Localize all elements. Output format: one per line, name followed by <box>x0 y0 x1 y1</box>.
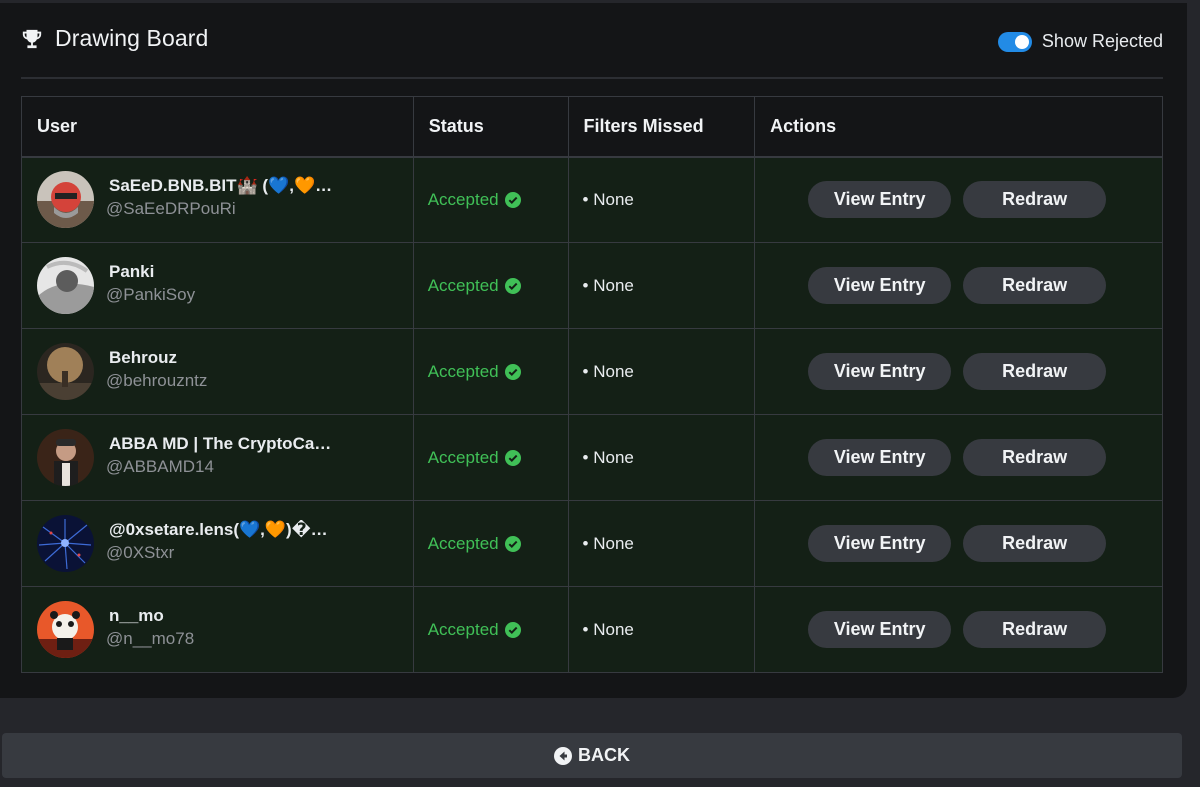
column-header-actions: Actions <box>754 96 1163 158</box>
check-circle-icon <box>504 535 521 552</box>
user-name: SaEeD.BNB.BIT🏰 (💙,🧡… <box>109 176 333 196</box>
column-header-user: User <box>21 96 414 158</box>
check-circle-icon <box>504 449 521 466</box>
status-text: Accepted <box>427 361 499 381</box>
panel-header: Drawing Board Show Rejected <box>21 3 1163 79</box>
status-cell: Accepted <box>412 328 569 415</box>
filters-missed-cell: • None <box>567 500 756 587</box>
avatar[interactable] <box>37 171 94 229</box>
redraw-button[interactable]: Redraw <box>963 353 1107 390</box>
filters-missed-cell: • None <box>567 586 756 673</box>
view-entry-button[interactable]: View Entry <box>808 439 952 476</box>
filters-missed-cell: • None <box>567 242 756 329</box>
avatar[interactable] <box>37 343 94 400</box>
actions-cell: View Entry Redraw <box>754 156 1163 243</box>
user-handle: @n__mo78 <box>106 629 195 648</box>
table-row: n__mo @n__mo78 Accepted • None View Entr… <box>21 586 1163 673</box>
toggle-knob <box>1014 34 1029 49</box>
user-handle: @ABBAMD14 <box>106 457 214 476</box>
user-handle: @SaEeDRPouRi <box>106 199 236 219</box>
view-entry-button[interactable]: View Entry <box>808 525 952 562</box>
status-cell: Accepted <box>412 500 569 587</box>
user-name: Behrouz <box>109 348 177 367</box>
user-cell: n__mo @n__mo78 <box>21 586 414 673</box>
check-circle-icon <box>504 363 521 380</box>
drawing-board-panel: Drawing Board Show Rejected User Status … <box>0 3 1187 698</box>
status-text: Accepted <box>427 189 499 209</box>
table-header-row: User Status Filters Missed Actions <box>21 96 1163 158</box>
page-title: Drawing Board <box>55 25 209 51</box>
avatar[interactable] <box>37 257 94 314</box>
status-cell: Accepted <box>412 156 569 243</box>
check-circle-icon <box>504 277 521 294</box>
column-header-filters-missed: Filters Missed <box>567 96 756 158</box>
user-name: Panki <box>109 262 155 281</box>
show-rejected-toggle[interactable] <box>997 31 1032 52</box>
status-cell: Accepted <box>412 414 569 501</box>
status-text: Accepted <box>427 619 499 639</box>
back-button[interactable]: BACK <box>2 733 1182 778</box>
status-text: Accepted <box>427 447 499 467</box>
view-entry-button[interactable]: View Entry <box>808 353 952 390</box>
user-handle: @behrouzntz <box>106 371 208 390</box>
filters-missed-cell: • None <box>567 156 756 243</box>
back-label: BACK <box>578 745 630 765</box>
redraw-button[interactable]: Redraw <box>963 525 1107 562</box>
user-cell: Panki @PankiSoy <box>21 242 414 329</box>
table-row: SaEeD.BNB.BIT🏰 (💙,🧡… @SaEeDRPouRi Accept… <box>21 156 1163 243</box>
user-cell: ABBA MD | The CryptoCa… @ABBAMD14 <box>21 414 414 501</box>
trophy-icon <box>22 29 42 48</box>
actions-cell: View Entry Redraw <box>754 500 1163 587</box>
status-cell: Accepted <box>412 586 569 673</box>
view-entry-button[interactable]: View Entry <box>808 267 952 304</box>
actions-cell: View Entry Redraw <box>754 586 1163 673</box>
actions-cell: View Entry Redraw <box>754 328 1163 415</box>
user-name: n__mo <box>109 606 164 625</box>
filters-missed-cell: • None <box>567 328 756 415</box>
redraw-button[interactable]: Redraw <box>963 267 1107 304</box>
table-row: @0xsetare.lens(💙,🧡)�… @0XStxr Accepted •… <box>21 500 1163 587</box>
check-circle-icon <box>504 191 521 208</box>
show-rejected-toggle-group[interactable]: Show Rejected <box>997 31 1163 52</box>
actions-cell: View Entry Redraw <box>754 414 1163 501</box>
title-group: Drawing Board <box>21 25 208 52</box>
redraw-button[interactable]: Redraw <box>963 181 1107 219</box>
show-rejected-label[interactable]: Show Rejected <box>1042 31 1163 52</box>
status-text: Accepted <box>427 275 499 295</box>
column-header-status: Status <box>412 96 569 158</box>
user-cell: Behrouz @behrouzntz <box>21 328 414 415</box>
status-cell: Accepted <box>412 242 569 329</box>
user-name: ABBA MD | The CryptoCa… <box>109 434 332 453</box>
entries-table: User Status Filters Missed Actions SaEeD… <box>21 96 1163 673</box>
table-row: Behrouz @behrouzntz Accepted • None View… <box>21 328 1163 415</box>
filters-missed-cell: • None <box>567 414 756 501</box>
user-cell: @0xsetare.lens(💙,🧡)�… @0XStxr <box>21 500 414 587</box>
redraw-button[interactable]: Redraw <box>963 611 1107 648</box>
status-text: Accepted <box>427 533 499 553</box>
avatar[interactable] <box>37 429 94 486</box>
table-row: Panki @PankiSoy Accepted • None View Ent… <box>21 242 1163 329</box>
user-handle: @0XStxr <box>106 543 175 562</box>
check-circle-icon <box>504 621 521 638</box>
table-row: ABBA MD | The CryptoCa… @ABBAMD14 Accept… <box>21 414 1163 501</box>
user-handle: @PankiSoy <box>106 285 196 304</box>
redraw-button[interactable]: Redraw <box>963 439 1107 476</box>
user-name: @0xsetare.lens(💙,🧡)�… <box>109 520 328 539</box>
view-entry-button[interactable]: View Entry <box>808 611 952 648</box>
avatar[interactable] <box>37 515 94 572</box>
actions-cell: View Entry Redraw <box>754 242 1163 329</box>
user-cell: SaEeD.BNB.BIT🏰 (💙,🧡… @SaEeDRPouRi <box>21 156 414 243</box>
view-entry-button[interactable]: View Entry <box>808 181 952 219</box>
arrow-left-circle-icon <box>554 746 572 765</box>
avatar[interactable] <box>37 601 94 658</box>
